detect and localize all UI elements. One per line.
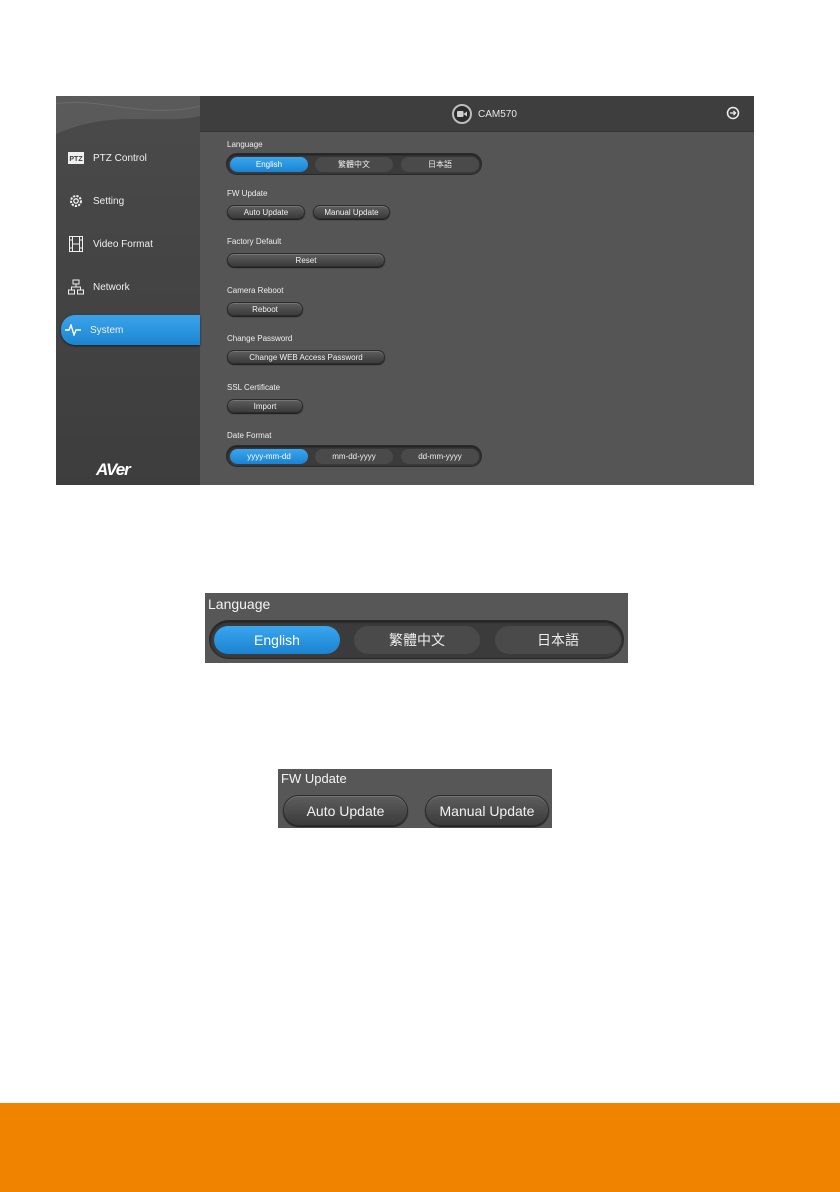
reset-button[interactable]: Reset: [227, 253, 385, 267]
sidebar: PTZ PTZ Control Setting Video Format Net…: [56, 96, 200, 485]
page-footer-bar: [0, 1103, 840, 1192]
sidebar-item-label: System: [90, 324, 124, 336]
fw-update-label: FW Update: [227, 189, 268, 198]
fw-update-zoom-panel: FW Update Auto Update Manual Update: [278, 769, 552, 828]
gear-icon: [68, 193, 84, 209]
language-option-english[interactable]: English: [214, 626, 340, 654]
ptz-icon: PTZ: [68, 150, 84, 166]
auto-update-button[interactable]: Auto Update: [283, 795, 408, 826]
manual-update-button[interactable]: Manual Update: [313, 205, 390, 219]
manual-page: PTZ PTZ Control Setting Video Format Net…: [0, 0, 840, 1192]
sidebar-item-ptz-control[interactable]: PTZ PTZ Control: [64, 143, 200, 173]
language-option-japanese[interactable]: 日本語: [401, 157, 479, 172]
web-ui-window: PTZ PTZ Control Setting Video Format Net…: [56, 96, 754, 485]
network-icon: [68, 279, 84, 295]
import-button[interactable]: Import: [227, 399, 303, 413]
sidebar-item-system[interactable]: System: [61, 315, 200, 345]
reboot-button[interactable]: Reboot: [227, 302, 303, 316]
sidebar-item-label: Network: [93, 281, 130, 293]
language-option-japanese[interactable]: 日本語: [495, 626, 621, 654]
camera-indicator: CAM570: [452, 104, 517, 124]
change-web-access-password-button[interactable]: Change WEB Access Password: [227, 350, 385, 364]
brand-logo: AVer: [96, 460, 131, 479]
manual-update-button[interactable]: Manual Update: [425, 795, 549, 826]
ssl-certificate-label: SSL Certificate: [227, 383, 281, 392]
language-label: Language: [227, 140, 263, 149]
date-format-option-mm-dd-yyyy[interactable]: mm-dd-yyyy: [315, 449, 393, 464]
language-selector: English 繁體中文 日本語: [226, 153, 482, 175]
date-format-label: Date Format: [227, 431, 272, 440]
language-option-english[interactable]: English: [230, 157, 308, 172]
sidebar-item-video-format[interactable]: Video Format: [64, 229, 200, 259]
system-panel: Language English 繁體中文 日本語 FW Update Auto…: [200, 132, 754, 485]
logout-icon[interactable]: [726, 106, 740, 120]
sidebar-decoration: [56, 96, 200, 134]
svg-text:PTZ: PTZ: [69, 156, 83, 163]
date-format-option-yyyy-mm-dd[interactable]: yyyy-mm-dd: [230, 449, 308, 464]
sidebar-item-network[interactable]: Network: [64, 272, 200, 302]
language-option-traditional-chinese[interactable]: 繁體中文: [354, 626, 480, 654]
sidebar-item-label: PTZ Control: [93, 152, 147, 164]
fw-update-label: FW Update: [281, 771, 347, 786]
auto-update-button[interactable]: Auto Update: [227, 205, 305, 219]
language-zoom-panel: Language English 繁體中文 日本語: [205, 593, 628, 663]
sidebar-item-label: Video Format: [93, 238, 153, 250]
sidebar-item-setting[interactable]: Setting: [64, 186, 200, 216]
top-bar: CAM570: [200, 96, 754, 132]
sidebar-item-label: Setting: [93, 195, 125, 207]
language-selector: English 繁體中文 日本語: [209, 620, 624, 659]
camera-reboot-label: Camera Reboot: [227, 286, 284, 295]
date-format-option-dd-mm-yyyy[interactable]: dd-mm-yyyy: [401, 449, 479, 464]
factory-default-label: Factory Default: [227, 237, 282, 246]
pulse-icon: [65, 322, 81, 338]
film-icon: [68, 236, 84, 252]
change-password-label: Change Password: [227, 334, 293, 343]
language-label: Language: [208, 596, 271, 612]
camera-icon: [452, 104, 472, 124]
date-format-selector: yyyy-mm-dd mm-dd-yyyy dd-mm-yyyy: [226, 445, 482, 467]
language-option-traditional-chinese[interactable]: 繁體中文: [315, 157, 393, 172]
camera-name: CAM570: [478, 108, 517, 120]
